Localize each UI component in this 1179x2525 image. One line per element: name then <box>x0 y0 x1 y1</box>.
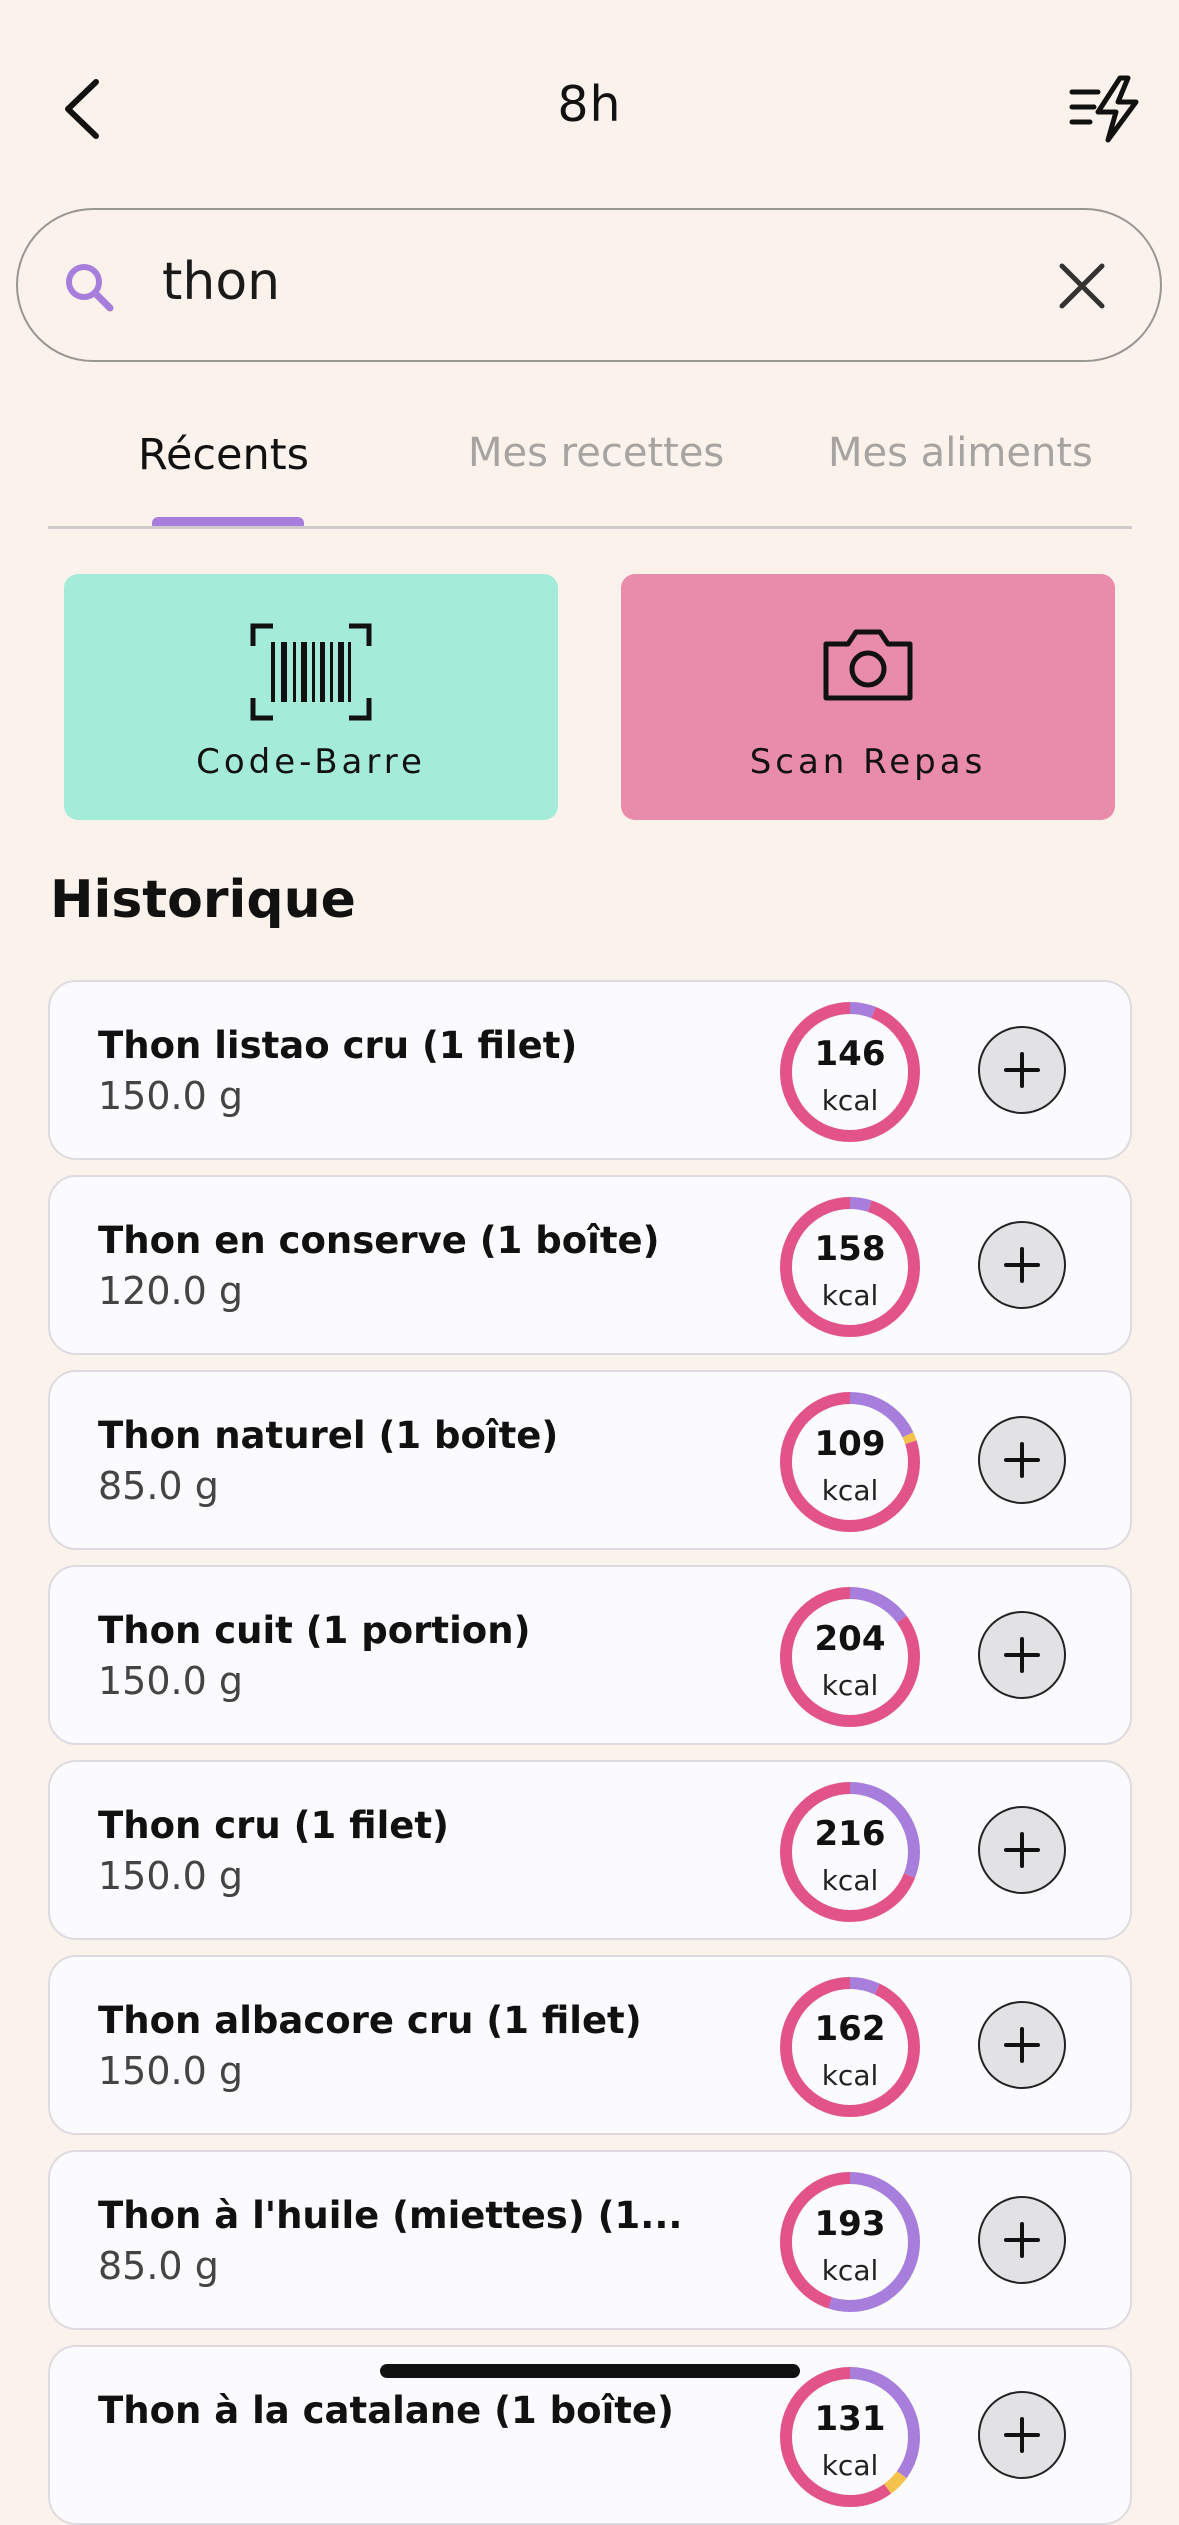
plus-icon <box>1004 2222 1040 2258</box>
scan-meal-button[interactable]: Scan Repas <box>621 574 1115 820</box>
food-item-card[interactable]: Thon cuit (1 portion) 150.0 g 204 kcal <box>48 1565 1132 1745</box>
camera-icon <box>818 622 918 710</box>
plus-icon <box>1004 1247 1040 1283</box>
kcal-value: 162 <box>814 2009 886 2049</box>
plus-icon <box>1004 1832 1040 1868</box>
food-name: Thon listao cru (1 filet) <box>98 1024 578 1067</box>
plus-icon <box>1004 1052 1040 1088</box>
kcal-unit: kcal <box>821 2254 879 2287</box>
plus-icon <box>1004 2027 1040 2063</box>
barcode-button[interactable]: Code-Barre <box>64 574 558 820</box>
close-icon[interactable] <box>1052 256 1112 316</box>
food-quantity: 150.0 g <box>98 2049 243 2093</box>
food-quantity: 150.0 g <box>98 1659 243 1703</box>
food-name: Thon naturel (1 boîte) <box>98 1414 559 1457</box>
tab-mes-aliments[interactable]: Mes aliments <box>828 430 1093 476</box>
scan-meal-label: Scan Repas <box>749 742 987 782</box>
add-food-button[interactable] <box>978 2391 1066 2479</box>
add-food-button[interactable] <box>978 1806 1066 1894</box>
tab-mes-recettes[interactable]: Mes recettes <box>468 430 724 476</box>
page-title: 8h <box>557 76 622 133</box>
search-input[interactable]: thon <box>162 252 280 312</box>
food-name: Thon à la catalane (1 boîte) <box>98 2389 674 2432</box>
kcal-value: 216 <box>814 1814 886 1854</box>
add-food-button[interactable] <box>978 1416 1066 1504</box>
tab-bar: Récents Mes recettes Mes aliments <box>48 410 1132 529</box>
tab-recents[interactable]: Récents <box>138 430 309 480</box>
plus-icon <box>1004 1442 1040 1478</box>
food-quantity: 120.0 g <box>98 1269 243 1313</box>
kcal-unit: kcal <box>821 1084 879 1117</box>
kcal-unit: kcal <box>821 1864 879 1897</box>
kcal-unit: kcal <box>821 2059 879 2092</box>
kcal-unit: kcal <box>821 1669 879 1702</box>
food-name: Thon cru (1 filet) <box>98 1804 449 1847</box>
kcal-value: 131 <box>814 2399 886 2439</box>
quick-add-lightning-icon[interactable] <box>1068 74 1144 144</box>
food-item-card[interactable]: Thon listao cru (1 filet) 150.0 g 146 kcal <box>48 980 1132 1160</box>
add-food-button[interactable] <box>978 2196 1066 2284</box>
food-name: Thon en conserve (1 boîte) <box>98 1219 660 1262</box>
food-item-card[interactable]: Thon à l'huile (miettes) (1... 85.0 g 193 k… <box>48 2150 1132 2330</box>
add-food-button[interactable] <box>978 2001 1066 2089</box>
kcal-value: 158 <box>814 1229 886 1269</box>
add-food-button[interactable] <box>978 1611 1066 1699</box>
active-tab-indicator <box>152 517 304 526</box>
plus-icon <box>1004 2417 1040 2453</box>
kcal-value: 146 <box>814 1034 886 1074</box>
food-quantity: 85.0 g <box>98 2244 219 2288</box>
kcal-unit: kcal <box>821 2449 879 2482</box>
food-quantity: 85.0 g <box>98 1464 219 1508</box>
plus-icon <box>1004 1637 1040 1673</box>
add-food-button[interactable] <box>978 1026 1066 1114</box>
food-name: Thon albacore cru (1 filet) <box>98 1999 642 2042</box>
food-name: Thon cuit (1 portion) <box>98 1609 531 1652</box>
barcode-icon <box>249 622 373 726</box>
header: 8h <box>0 0 1179 200</box>
food-item-card[interactable]: Thon albacore cru (1 filet) 150.0 g 162 kca… <box>48 1955 1132 2135</box>
kcal-unit: kcal <box>821 1279 879 1312</box>
barcode-label: Code-Barre <box>196 742 426 782</box>
food-quantity: 150.0 g <box>98 1074 243 1118</box>
kcal-value: 204 <box>814 1619 886 1659</box>
home-indicator <box>380 2364 800 2378</box>
food-item-card[interactable]: Thon en conserve (1 boîte) 120.0 g 158 kcal <box>48 1175 1132 1355</box>
add-food-button[interactable] <box>978 1221 1066 1309</box>
food-item-card[interactable]: Thon naturel (1 boîte) 85.0 g 109 kcal <box>48 1370 1132 1550</box>
search-icon <box>58 256 122 320</box>
search-bar[interactable]: thon <box>16 208 1162 362</box>
history-title: Historique <box>50 870 356 930</box>
food-item-card[interactable]: Thon cru (1 filet) 150.0 g 216 kcal <box>48 1760 1132 1940</box>
kcal-value: 193 <box>814 2204 886 2244</box>
food-name: Thon à l'huile (miettes) (1... <box>98 2194 683 2237</box>
food-quantity: 150.0 g <box>98 1854 243 1898</box>
kcal-value: 109 <box>814 1424 886 1464</box>
kcal-unit: kcal <box>821 1474 879 1507</box>
